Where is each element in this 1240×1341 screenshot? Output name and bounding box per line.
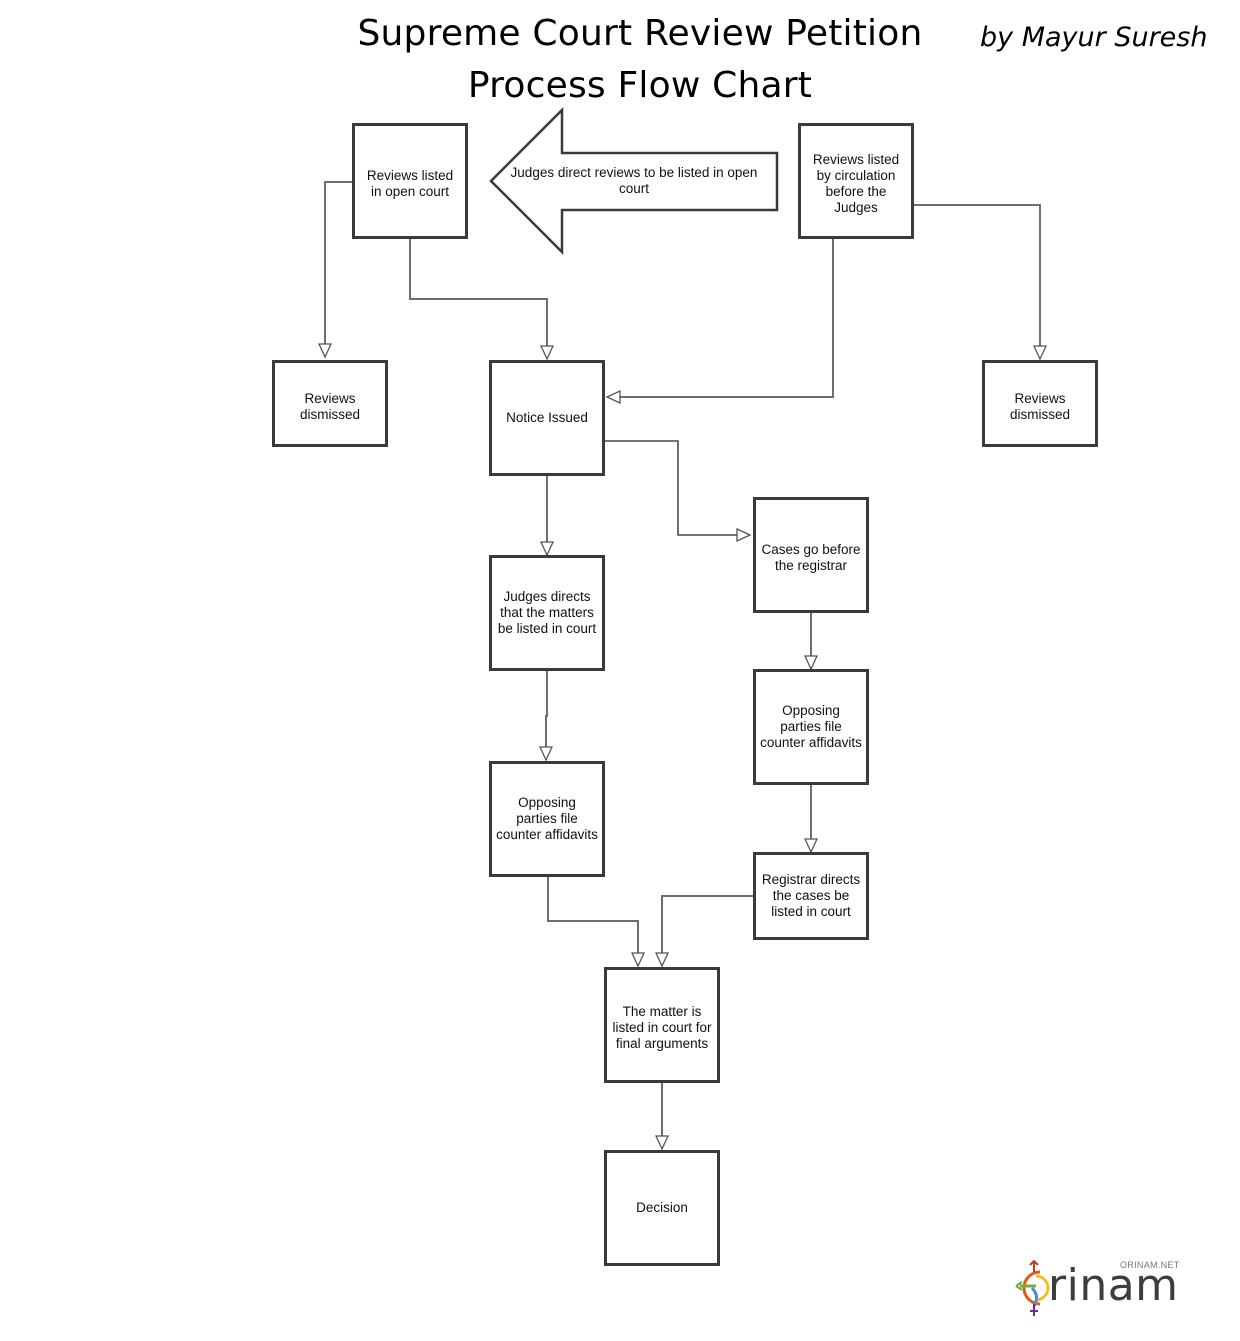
node-label: Judges directs that the matters be liste…	[497, 589, 597, 636]
node-cases-before-registrar: Cases go before the registrar	[753, 497, 869, 613]
node-reviews-dismissed-left: Reviews dismissed	[272, 360, 388, 447]
edge-judges-direct-to-counter	[546, 670, 547, 760]
edge-open-court-to-dismissed	[325, 181, 353, 357]
node-label: Opposing parties file counter affidavits	[760, 703, 862, 750]
edge-counter-to-final	[547, 876, 638, 966]
node-label: Cases go before the registrar	[761, 542, 861, 573]
edge-registrar-directs-to-final	[662, 895, 754, 966]
edge-circulation-to-dismissed	[914, 204, 1040, 359]
edge-open-court-to-notice	[409, 238, 547, 359]
node-label: Opposing parties file counter affidavits	[496, 795, 598, 842]
node-reviews-open-court: Reviews listed in open court	[352, 123, 468, 239]
node-decision: Decision	[604, 1150, 720, 1266]
node-reviews-dismissed-right: Reviews dismissed	[982, 360, 1098, 447]
big-arrow-label: Judges direct reviews to be listed in op…	[510, 165, 758, 196]
node-label: Reviews listed by circulation before the…	[812, 152, 900, 215]
node-registrar-directs: Registrar directs the cases be listed in…	[753, 852, 869, 940]
logo-wordmark: rinam	[1048, 1260, 1179, 1311]
node-judges-direct-listing: Judges directs that the matters be liste…	[489, 555, 605, 671]
node-counter-affidavits-right: Opposing parties file counter affidavits	[753, 669, 869, 785]
node-label: Reviews listed in open court	[366, 168, 454, 199]
node-reviews-circulation: Reviews listed by circulation before the…	[798, 123, 914, 239]
node-label: The matter is listed in court for final …	[612, 1004, 712, 1051]
node-label: Registrar directs the cases be listed in…	[761, 872, 861, 919]
connector-layer	[0, 106, 1240, 1341]
node-notice-issued: Notice Issued	[489, 360, 605, 476]
node-counter-affidavits-left: Opposing parties file counter affidavits	[489, 761, 605, 877]
edge-circulation-to-notice	[607, 238, 834, 397]
node-final-arguments: The matter is listed in court for final …	[604, 967, 720, 1083]
node-label: Notice Issued	[506, 410, 588, 425]
node-label: Reviews dismissed	[299, 391, 361, 422]
node-label: Reviews dismissed	[1009, 391, 1071, 422]
orinam-logo: ORINAM.NET rinam	[1010, 1258, 1190, 1318]
node-label: Decision	[636, 1200, 688, 1215]
edge-notice-to-registrar	[605, 440, 750, 535]
